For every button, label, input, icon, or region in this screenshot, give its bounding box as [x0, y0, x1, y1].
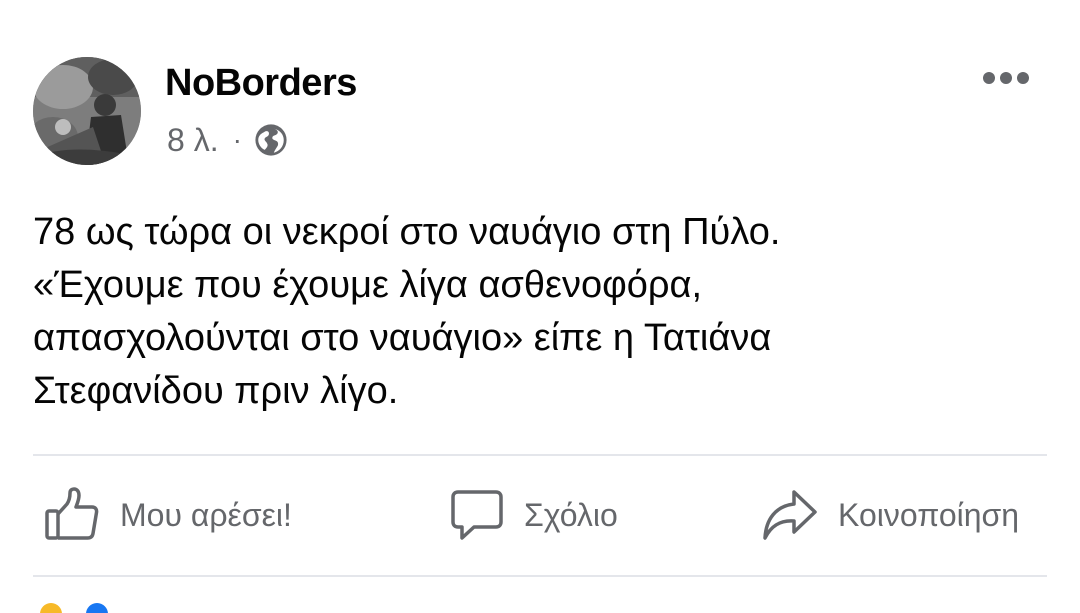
comment-label: Σχόλιο [524, 496, 618, 533]
post-text-line: απασχολούνται στο ναυάγιο» είπε η Τατιάν… [33, 317, 772, 359]
like-button[interactable]: Μου αρέσει! [44, 485, 292, 545]
comment-button[interactable]: Σχόλιο [450, 485, 618, 545]
post-text: 78 ως τώρα οι νεκροί στο ναυάγιο στη Πύλ… [33, 206, 1043, 418]
post-text-line: «Έχουμε που έχουμε λίγα ασθενοφόρα, [33, 264, 703, 306]
avatar[interactable] [33, 57, 141, 165]
reaction-icon [40, 603, 62, 613]
share-label: Κοινοποίηση [838, 496, 1020, 533]
post-time[interactable]: 8 λ. [167, 122, 219, 159]
thumbs-up-icon [45, 487, 99, 540]
share-button[interactable]: Κοινοποίηση [762, 485, 1019, 545]
share-arrow-icon [763, 490, 817, 540]
meta-separator: · [232, 124, 242, 155]
like-label: Μου αρέσει! [120, 496, 292, 533]
globe-icon[interactable] [254, 123, 288, 157]
facebook-post: NoBorders 8 λ. · 78 ως τώρα οι νεκροί στ… [0, 0, 1080, 613]
reaction-icon [86, 603, 108, 613]
comment-icon [451, 490, 503, 540]
more-horizontal-icon[interactable] [980, 62, 1032, 94]
post-text-line: Στεφανίδου πριν λίγο. [33, 370, 399, 412]
avatar-photo [33, 57, 141, 165]
author-name[interactable]: NoBorders [165, 62, 357, 105]
post-text-line: 78 ως τώρα οι νεκροί στο ναυάγιο στη Πύλ… [33, 211, 781, 253]
post-meta: 8 λ. · [167, 120, 288, 160]
divider [33, 454, 1047, 456]
divider [33, 575, 1047, 577]
